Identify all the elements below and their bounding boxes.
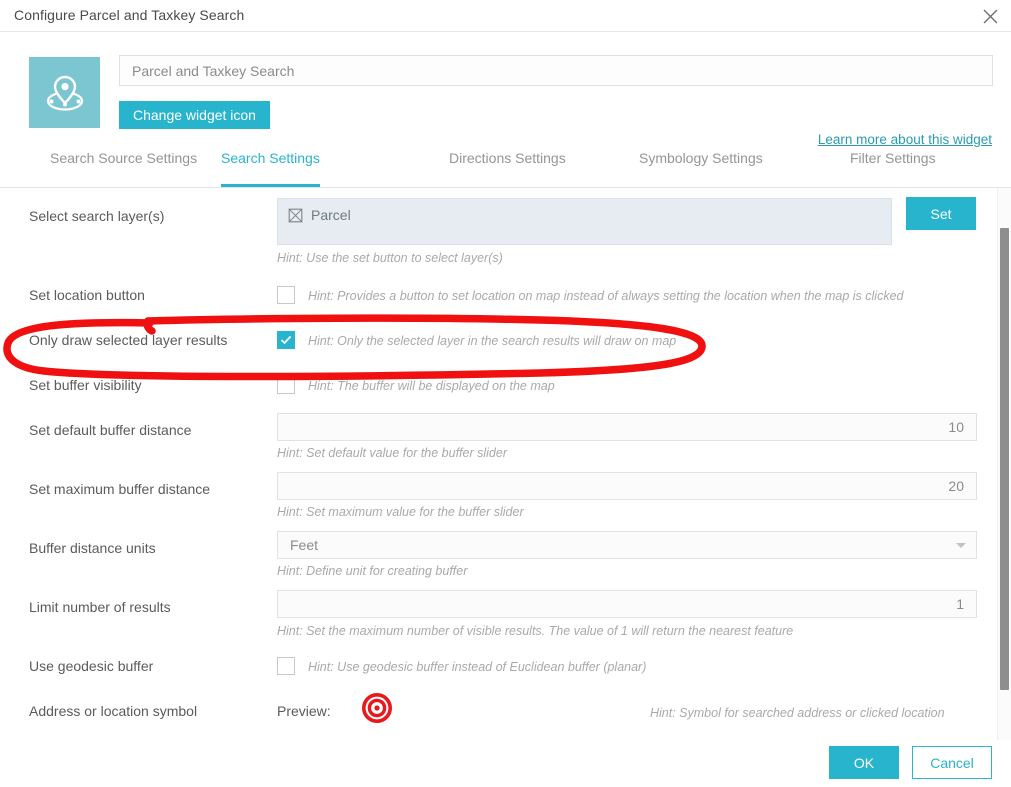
close-glyph [983, 9, 997, 23]
tab-search-settings[interactable]: Search Settings [221, 150, 320, 187]
hint-only-draw-selected-layer-results: Hint: Only the selected layer in the sea… [308, 334, 677, 348]
label-set-default-buffer-distance: Set default buffer distance [29, 422, 192, 438]
label-select-search-layers: Select search layer(s) [29, 208, 165, 224]
input-set-maximum-buffer-distance[interactable] [277, 472, 977, 500]
input-set-default-buffer-distance[interactable] [277, 413, 977, 441]
set-layers-button[interactable]: Set [906, 197, 976, 230]
polygon-layer-icon [288, 208, 303, 222]
bullseye-target-icon[interactable] [362, 693, 392, 728]
label-only-draw-selected-layer-results: Only draw selected layer results [29, 332, 228, 348]
label-set-location-button: Set location button [29, 287, 145, 303]
hint-select-search-layers: Hint: Use the set button to select layer… [277, 251, 503, 265]
hint-set-location-button: Hint: Provides a button to set location … [308, 289, 904, 303]
ok-button[interactable]: OK [829, 746, 899, 779]
checkbox-only-draw-selected-layer-results[interactable] [277, 331, 295, 349]
dialog-footer: OK Cancel [0, 740, 1011, 787]
search-layers-box[interactable]: Parcel [277, 198, 892, 245]
form-scrollbar-thumb[interactable] [1000, 228, 1009, 690]
layer-name: Parcel [311, 207, 351, 223]
hint-set-buffer-visibility: Hint: The buffer will be displayed on th… [308, 379, 555, 393]
tab-symbology-settings[interactable]: Symbology Settings [639, 150, 763, 187]
hint-use-geodesic-buffer: Hint: Use geodesic buffer instead of Euc… [308, 660, 647, 674]
cancel-button[interactable]: Cancel [912, 746, 992, 779]
select-buffer-distance-units[interactable]: Feet [277, 531, 977, 559]
learn-more-link[interactable]: Learn more about this widget [818, 132, 992, 147]
layer-list-item[interactable]: Parcel [288, 207, 351, 223]
preview-label: Preview: [277, 703, 331, 719]
label-set-maximum-buffer-distance: Set maximum buffer distance [29, 481, 211, 497]
tab-underline [221, 184, 320, 187]
tab-label: Filter Settings [850, 150, 936, 166]
hint-address-or-location-symbol: Hint: Symbol for searched address or cli… [650, 706, 945, 720]
label-buffer-distance-units: Buffer distance units [29, 540, 156, 556]
change-widget-icon-button[interactable]: Change widget icon [119, 101, 270, 129]
tab-directions-settings[interactable]: Directions Settings [449, 150, 566, 187]
page-title: Configure Parcel and Taxkey Search [14, 7, 245, 23]
chevron-down-icon [956, 543, 966, 548]
bullseye-glyph [362, 693, 392, 723]
check-icon [280, 335, 292, 345]
tab-search-source-settings[interactable]: Search Source Settings [50, 150, 197, 187]
map-pin-locator-glyph [46, 75, 83, 111]
select-value: Feet [290, 537, 319, 553]
settings-tabs: Search Source Settings Search Settings D… [0, 150, 1011, 188]
close-icon[interactable] [977, 3, 1003, 29]
checkbox-set-buffer-visibility[interactable] [277, 376, 295, 394]
label-limit-number-of-results: Limit number of results [29, 599, 171, 615]
settings-form: Select search layer(s) Parcel Set Hint: … [0, 188, 1011, 740]
map-pin-locator-icon[interactable] [29, 57, 100, 128]
widget-title-input[interactable] [119, 55, 993, 86]
label-address-or-location-symbol: Address or location symbol [29, 703, 198, 719]
tab-label: Directions Settings [449, 150, 566, 166]
hint-buffer-distance-units: Hint: Define unit for creating buffer [277, 564, 468, 578]
hint-limit-number-of-results: Hint: Set the maximum number of visible … [277, 624, 794, 638]
configure-widget-dialog: Configure Parcel and Taxkey Search // pl… [0, 0, 1011, 787]
hint-set-maximum-buffer-distance: Hint: Set maximum value for the buffer s… [277, 505, 524, 519]
hint-set-default-buffer-distance: Hint: Set default value for the buffer s… [277, 446, 507, 460]
label-set-buffer-visibility: Set buffer visibility [29, 377, 142, 393]
tab-label: Symbology Settings [639, 150, 763, 166]
tab-filter-settings[interactable]: Filter Settings [850, 150, 936, 187]
tab-label: Search Settings [221, 150, 320, 166]
label-use-geodesic-buffer: Use geodesic buffer [29, 658, 154, 674]
input-limit-number-of-results[interactable] [277, 590, 977, 618]
widget-header: // placeholder fallback handled below by… [0, 33, 1011, 147]
dialog-titlebar: Configure Parcel and Taxkey Search [0, 0, 1011, 32]
checkbox-set-location-button[interactable] [277, 286, 295, 304]
checkbox-use-geodesic-buffer[interactable] [277, 657, 295, 675]
tab-label: Search Source Settings [50, 150, 198, 166]
form-scrollbar-track[interactable] [997, 188, 1011, 740]
